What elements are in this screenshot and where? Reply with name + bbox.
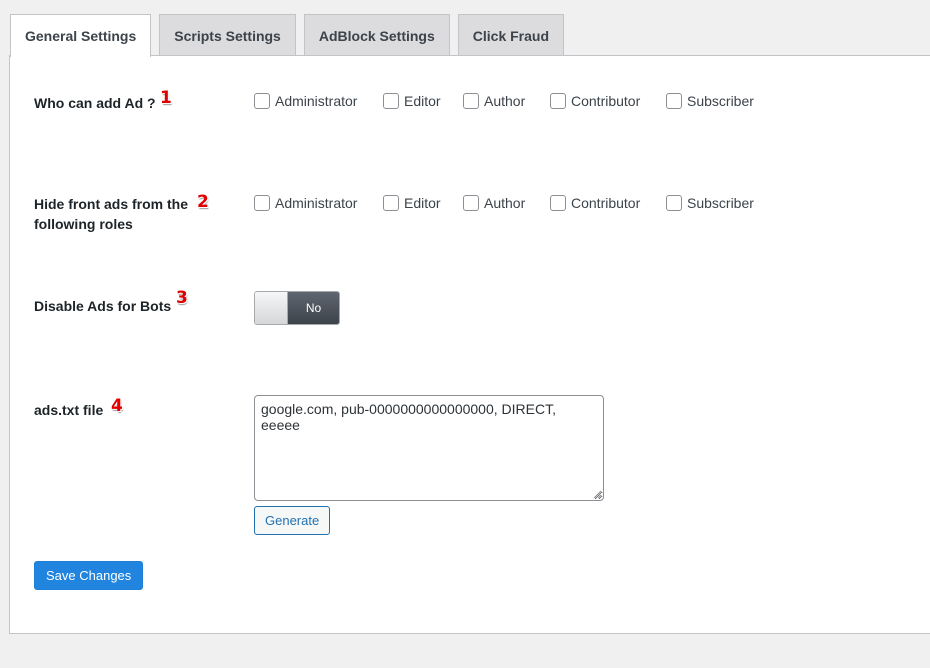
tab-scripts-settings[interactable]: Scripts Settings <box>159 14 296 56</box>
toggle-state-text: No <box>288 292 339 324</box>
who-can-add-roles: Administrator Editor Author Contributor … <box>254 93 754 109</box>
checkbox-label: Author <box>484 195 526 211</box>
settings-tabs: General Settings Scripts Settings AdBloc… <box>10 14 572 57</box>
checkbox-hide-subscriber[interactable]: Subscriber <box>666 195 754 211</box>
checkbox-label: Subscriber <box>687 195 754 211</box>
hide-front-ads-label: Hide front ads from the following roles <box>34 194 188 234</box>
settings-panel <box>9 55 930 634</box>
checkbox-box[interactable] <box>463 195 479 211</box>
marker-1: 1 <box>160 88 172 108</box>
tab-adblock-settings[interactable]: AdBlock Settings <box>303 14 450 56</box>
checkbox-box[interactable] <box>550 93 566 109</box>
checkbox-hide-author[interactable]: Author <box>463 195 550 211</box>
checkbox-box[interactable] <box>254 195 270 211</box>
checkbox-add-administrator[interactable]: Administrator <box>254 93 383 109</box>
checkbox-box[interactable] <box>666 195 682 211</box>
tab-click-fraud[interactable]: Click Fraud <box>457 14 565 56</box>
ads-txt-label: ads.txt file <box>34 402 104 418</box>
hide-front-ads-roles: Administrator Editor Author Contributor … <box>254 195 754 211</box>
checkbox-label: Editor <box>404 195 441 211</box>
hide-front-ads-label-line1: Hide front ads from the <box>34 196 189 212</box>
checkbox-label: Administrator <box>275 195 358 211</box>
disable-bots-toggle[interactable]: No <box>254 291 340 325</box>
tab-general-settings[interactable]: General Settings <box>10 14 152 57</box>
checkbox-add-subscriber[interactable]: Subscriber <box>666 93 754 109</box>
hide-front-ads-label-line2: following roles <box>34 216 133 232</box>
checkbox-label: Contributor <box>571 195 641 211</box>
save-changes-button[interactable]: Save Changes <box>34 561 144 590</box>
checkbox-box[interactable] <box>463 93 479 109</box>
who-can-add-label: Who can add Ad ? <box>34 95 156 111</box>
ads-txt-textarea[interactable]: google.com, pub-0000000000000000, DIRECT… <box>254 395 604 501</box>
checkbox-hide-contributor[interactable]: Contributor <box>550 195 666 211</box>
checkbox-label: Contributor <box>571 93 641 109</box>
marker-4: 4 <box>111 396 123 416</box>
disable-bots-label: Disable Ads for Bots <box>34 298 172 314</box>
checkbox-box[interactable] <box>550 195 566 211</box>
checkbox-label: Author <box>484 93 526 109</box>
checkbox-add-editor[interactable]: Editor <box>383 93 463 109</box>
checkbox-add-author[interactable]: Author <box>463 93 550 109</box>
checkbox-box[interactable] <box>254 93 270 109</box>
checkbox-add-contributor[interactable]: Contributor <box>550 93 666 109</box>
checkbox-label: Editor <box>404 93 441 109</box>
generate-button[interactable]: Generate <box>254 506 331 535</box>
checkbox-hide-administrator[interactable]: Administrator <box>254 195 383 211</box>
checkbox-label: Subscriber <box>687 93 754 109</box>
toggle-knob[interactable] <box>255 292 288 324</box>
marker-3: 3 <box>176 288 188 308</box>
marker-2: 2 <box>197 192 209 212</box>
checkbox-box[interactable] <box>666 93 682 109</box>
checkbox-label: Administrator <box>275 93 358 109</box>
checkbox-box[interactable] <box>383 93 399 109</box>
checkbox-box[interactable] <box>383 195 399 211</box>
checkbox-hide-editor[interactable]: Editor <box>383 195 463 211</box>
